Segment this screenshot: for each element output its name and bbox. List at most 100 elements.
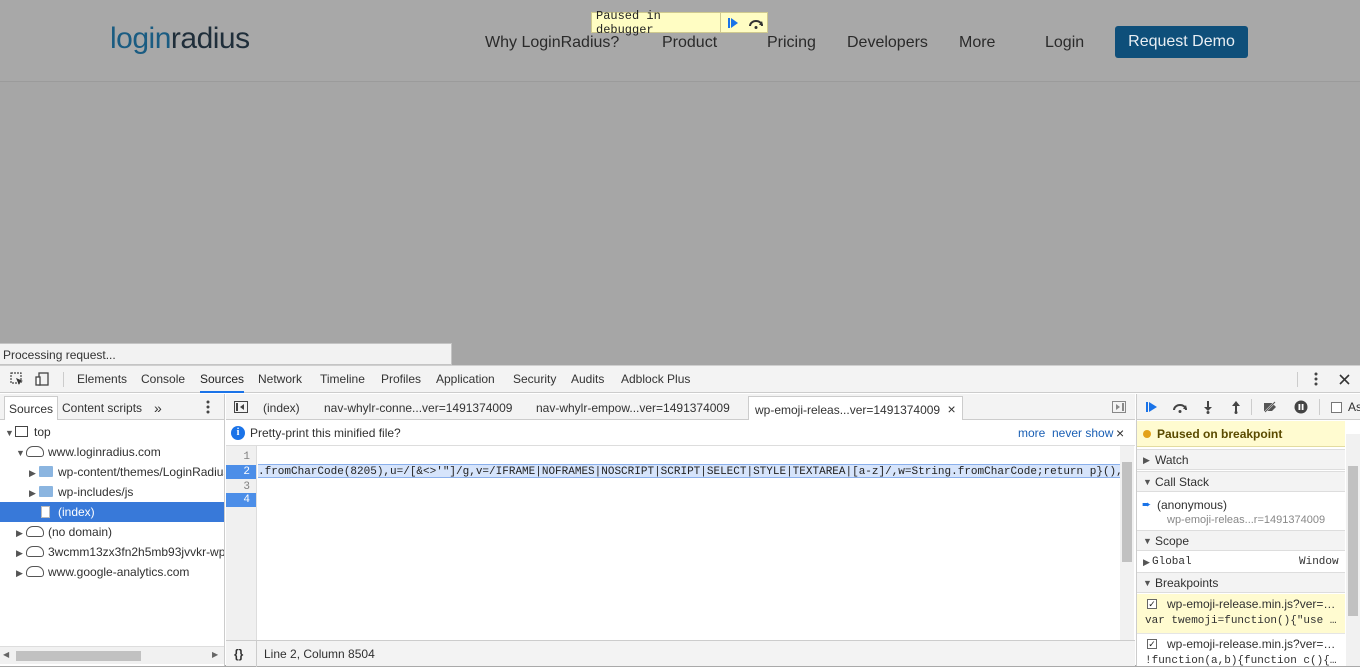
editor-tab-wp-emoji-active[interactable]: wp-emoji-releas...ver=1491374009 × xyxy=(748,396,963,420)
pause-on-exceptions-icon[interactable] xyxy=(1292,398,1310,416)
cloud-icon xyxy=(26,526,44,537)
tab-sources[interactable]: Sources xyxy=(200,366,245,393)
line-number-breakpoint[interactable]: 2 xyxy=(226,465,256,479)
device-toolbar-icon[interactable] xyxy=(33,370,51,388)
infobar-never-show-link[interactable]: never show xyxy=(1052,420,1113,446)
tree-item-domain[interactable]: ▶ (no domain) xyxy=(0,522,224,542)
step-over-icon[interactable] xyxy=(1171,398,1189,416)
step-out-icon[interactable] xyxy=(1227,398,1245,416)
navigator-horizontal-scrollbar[interactable]: ◀ ▶ xyxy=(0,646,224,664)
nav-product[interactable]: Product xyxy=(662,34,717,52)
status-bubble: Processing request... xyxy=(0,343,452,365)
resume-icon[interactable] xyxy=(721,17,744,29)
infobar-more-link[interactable]: more xyxy=(1018,420,1045,446)
paused-in-debugger-banner: Paused in debugger xyxy=(591,9,768,37)
section-title: Scope xyxy=(1155,534,1190,548)
frame-location[interactable]: wp-emoji-releas...r=1491374009 xyxy=(1167,514,1325,526)
more-tabs-chevron-icon[interactable]: » xyxy=(150,396,166,420)
editor-tab-nav-whylr-empow[interactable]: nav-whylr-empow...ver=1491374009 xyxy=(530,396,736,420)
devtools-panel: Elements Console Sources Network Timelin… xyxy=(0,365,1360,667)
tree-item-domain[interactable]: ▶ www.google-analytics.com xyxy=(0,562,224,582)
more-options-icon[interactable] xyxy=(1307,370,1325,388)
frame-icon xyxy=(15,426,28,437)
scrollbar-thumb[interactable] xyxy=(1348,466,1358,616)
sidebar-vertical-scrollbar[interactable] xyxy=(1346,434,1360,666)
tab-audits[interactable]: Audits xyxy=(571,366,604,393)
tab-adblock-plus[interactable]: Adblock Plus xyxy=(621,366,690,393)
section-watch[interactable]: ▶ Watch xyxy=(1137,449,1345,470)
line-number[interactable]: 3 xyxy=(226,480,256,494)
editor-tabs: (index) nav-whylr-conne...ver=1491374009… xyxy=(226,394,1135,420)
breakpoint-item[interactable]: ✓ wp-emoji-release.min.js?ver=1491374009… xyxy=(1137,594,1345,634)
close-tab-icon[interactable]: × xyxy=(947,401,955,417)
pause-indicator-icon xyxy=(1143,430,1151,438)
expand-arrow-icon[interactable]: ▼ xyxy=(16,443,26,462)
inspect-element-icon[interactable] xyxy=(8,370,26,388)
resume-icon[interactable] xyxy=(1143,398,1161,416)
step-over-icon[interactable] xyxy=(744,17,767,29)
nav-why-loginradius[interactable]: Why LoginRadius? xyxy=(485,34,619,52)
nav-developers[interactable]: Developers xyxy=(847,34,928,52)
scrollbar-thumb[interactable] xyxy=(1122,462,1132,562)
toggle-debugger-sidebar-icon[interactable] xyxy=(1110,398,1128,416)
collapse-arrow-icon[interactable]: ▶ xyxy=(29,483,39,502)
section-call-stack[interactable]: ▼ Call Stack xyxy=(1137,471,1345,492)
sources-navigator: Sources Content scripts » ▼ top ▼ www.logi… xyxy=(0,394,225,666)
request-demo-button[interactable]: Request Demo xyxy=(1115,26,1248,58)
section-scope[interactable]: ▼ Scope xyxy=(1137,530,1345,551)
tab-profiles[interactable]: Profiles xyxy=(381,366,421,393)
tab-timeline[interactable]: Timeline xyxy=(320,366,365,393)
tree-item-top[interactable]: ▼ top xyxy=(0,422,224,442)
tab-security[interactable]: Security xyxy=(513,366,556,393)
close-devtools-icon[interactable] xyxy=(1335,370,1353,388)
scope-global[interactable]: ▶ Global Window xyxy=(1137,552,1345,572)
tab-elements[interactable]: Elements xyxy=(77,366,127,393)
collapse-arrow-icon[interactable]: ▶ xyxy=(16,563,26,582)
collapse-arrow-icon[interactable]: ▶ xyxy=(16,543,26,562)
editor-tab-nav-whylr-conne[interactable]: nav-whylr-conne...ver=1491374009 xyxy=(318,396,518,420)
breakpoint-checkbox[interactable]: ✓ xyxy=(1147,599,1157,609)
breakpoint-checkbox[interactable]: ✓ xyxy=(1147,639,1157,649)
scroll-left-arrow-icon[interactable]: ◀ xyxy=(3,650,9,659)
tree-item-folder[interactable]: ▶ wp-content/themes/LoginRadius xyxy=(0,462,224,482)
tree-item-domain[interactable]: ▼ www.loginradius.com xyxy=(0,442,224,462)
tree-item-folder[interactable]: ▶ wp-includes/js xyxy=(0,482,224,502)
collapse-arrow-icon[interactable]: ▶ xyxy=(16,523,26,542)
scroll-right-arrow-icon[interactable]: ▶ xyxy=(212,650,218,659)
scrollbar-thumb[interactable] xyxy=(16,651,141,661)
pretty-print-icon[interactable]: {} xyxy=(234,641,243,667)
paused-message-text: Paused on breakpoint xyxy=(1157,427,1283,441)
tree-item-domain[interactable]: ▶ 3wcmm13zx3fn2h5mb93jvvkr-wpengine.netdn… xyxy=(0,542,224,562)
line-number[interactable]: 1 xyxy=(226,450,256,464)
async-checkbox[interactable] xyxy=(1327,398,1345,416)
nav-more[interactable]: More xyxy=(959,34,995,52)
folder-icon xyxy=(39,466,53,477)
paused-banner-text: Paused in debugger xyxy=(596,8,661,37)
tree-item-index-selected[interactable]: (index) xyxy=(0,502,224,522)
nav-pricing[interactable]: Pricing xyxy=(767,34,816,52)
nav-tab-sources[interactable]: Sources xyxy=(4,396,59,420)
line-number-breakpoint[interactable]: 4 xyxy=(226,493,256,507)
code-line-execution[interactable]: .fromCharCode(8205),u=/[&<>'"]/g,v=/IFRA… xyxy=(258,464,1120,478)
section-title: Watch xyxy=(1155,453,1189,467)
call-frame-anonymous[interactable]: ➨ (anonymous) wp-emoji-releas...r=149137… xyxy=(1137,496,1345,530)
deactivate-breakpoints-icon[interactable] xyxy=(1261,398,1279,416)
toggle-navigator-icon[interactable] xyxy=(232,398,250,416)
loginradius-logo[interactable]: loginradius xyxy=(110,22,250,56)
step-into-icon[interactable] xyxy=(1199,398,1217,416)
collapse-arrow-icon[interactable]: ▶ xyxy=(29,463,39,482)
expand-arrow-icon[interactable]: ▼ xyxy=(5,423,15,442)
editor-tab-index[interactable]: (index) xyxy=(257,396,306,420)
info-icon: i xyxy=(231,426,245,440)
navigator-menu-icon[interactable] xyxy=(199,398,217,416)
frame-name: (anonymous) xyxy=(1157,498,1228,512)
breakpoint-item[interactable]: ✓ wp-emoji-release.min.js?ver=1491374009… xyxy=(1137,634,1345,666)
close-infobar-icon[interactable]: × xyxy=(1116,420,1124,446)
section-breakpoints[interactable]: ▼ Breakpoints xyxy=(1137,572,1345,593)
tab-network[interactable]: Network xyxy=(258,366,302,393)
nav-login[interactable]: Login xyxy=(1045,34,1084,52)
tab-console[interactable]: Console xyxy=(141,366,185,393)
tab-application[interactable]: Application xyxy=(436,366,495,393)
nav-tab-content-scripts[interactable]: Content scripts xyxy=(58,396,146,420)
editor-vertical-scrollbar[interactable] xyxy=(1120,446,1134,646)
